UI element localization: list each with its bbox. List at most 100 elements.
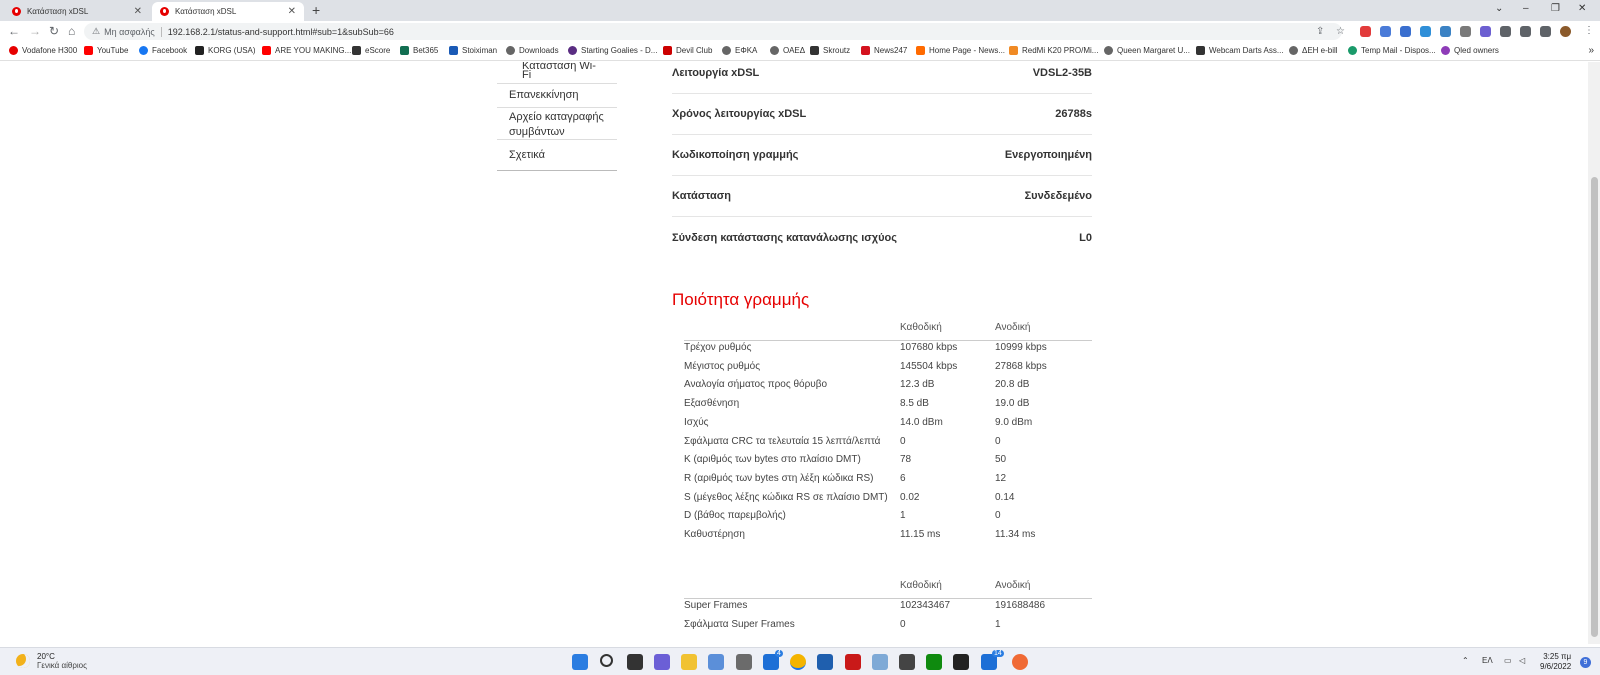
file-explorer-icon[interactable] bbox=[681, 654, 697, 670]
page-scrollbar[interactable] bbox=[1588, 62, 1600, 644]
chat-icon[interactable] bbox=[654, 654, 670, 670]
profile-avatar[interactable] bbox=[1560, 26, 1571, 37]
bookmark-downloads[interactable]: Downloads bbox=[506, 46, 559, 55]
skroutz-icon bbox=[810, 46, 819, 55]
settings-icon[interactable] bbox=[736, 654, 752, 670]
tab-xdsl-status-1[interactable]: Κατάσταση xDSL ✕ bbox=[4, 2, 150, 21]
status-value: L0 bbox=[1079, 231, 1092, 244]
bet365-icon bbox=[400, 46, 409, 55]
mail-badge: 4 bbox=[775, 650, 783, 657]
sidebar-item-about[interactable]: Σχετικά bbox=[497, 140, 617, 171]
weather-widget[interactable]: 20°C Γενικά αίθριος bbox=[16, 652, 87, 670]
bookmark-redmi[interactable]: RedMi K20 PRO/Mi... bbox=[1009, 46, 1098, 55]
status-label: Κατάσταση bbox=[672, 190, 731, 202]
bookmark-oaed[interactable]: ΟΑΕΔ bbox=[770, 46, 805, 55]
sidebar-item-restart[interactable]: Επανεκκίνηση bbox=[497, 84, 617, 108]
side-panel-icon[interactable] bbox=[1540, 26, 1551, 37]
volume-icon[interactable]: ◁ bbox=[1519, 656, 1525, 665]
more-bookmarks-icon[interactable]: » bbox=[1588, 45, 1594, 56]
back-button[interactable]: ← bbox=[8, 24, 20, 38]
reload-button[interactable]: ↻ bbox=[49, 24, 59, 38]
photos-icon[interactable] bbox=[708, 654, 724, 670]
bookmark-webcam-darts[interactable]: Webcam Darts Ass... bbox=[1196, 46, 1284, 55]
screenshot-extension-icon[interactable] bbox=[1420, 26, 1431, 37]
sidebar-item-event-log[interactable]: Αρχείο καταγραφής συμβάντων bbox=[497, 108, 617, 140]
language-indicator[interactable]: ΕΛ bbox=[1482, 656, 1493, 665]
chevron-up-icon[interactable]: ⌃ bbox=[1462, 656, 1469, 665]
restore-button[interactable]: ❐ bbox=[1551, 3, 1560, 14]
bookmark-efka[interactable]: ΕΦΚΑ bbox=[722, 46, 757, 55]
bookmark-vodafone[interactable]: Vodafone H300 bbox=[9, 46, 77, 55]
table-row: Καθυστέρηση 11.15 ms 11.34 ms bbox=[684, 529, 1036, 540]
puzzle-extensions-icon[interactable] bbox=[1500, 26, 1511, 37]
bookmark-qled-owners[interactable]: Qled owners bbox=[1441, 46, 1499, 55]
network-icon[interactable]: ▭ bbox=[1504, 656, 1512, 665]
app-icon[interactable] bbox=[953, 654, 969, 670]
column-header-downstream: Καθοδική bbox=[900, 322, 942, 333]
forward-button[interactable]: → bbox=[29, 24, 41, 38]
bookmark-deh-ebill[interactable]: ΔΕΗ e-bill bbox=[1289, 46, 1338, 55]
new-tab-button[interactable]: + bbox=[312, 2, 320, 18]
app-icon[interactable] bbox=[1012, 654, 1028, 670]
minimize-button[interactable]: – bbox=[1523, 3, 1529, 14]
xbox-icon[interactable] bbox=[926, 654, 942, 670]
close-icon[interactable]: ✕ bbox=[134, 6, 142, 17]
extension-icon[interactable] bbox=[1440, 26, 1451, 37]
status-value: Ενεργοποιημένη bbox=[1004, 149, 1092, 161]
bookmark-news247[interactable]: News247 bbox=[861, 46, 907, 55]
amd-icon[interactable] bbox=[845, 654, 861, 670]
media-icon[interactable] bbox=[1520, 26, 1531, 37]
status-value: Συνδεδεμένο bbox=[1024, 190, 1092, 202]
bookmark-queen-margaret[interactable]: Queen Margaret U... bbox=[1104, 46, 1190, 55]
extension-icon[interactable] bbox=[1480, 26, 1491, 37]
url-text[interactable]: 192.168.2.1/status-and-support.html#sub=… bbox=[168, 27, 394, 37]
table-row: Αναλογία σήματος προς θόρυβο 12.3 dB 20.8 … bbox=[684, 379, 1030, 391]
bookmark-skroutz[interactable]: Skroutz bbox=[810, 46, 850, 55]
table-row: Σφάλματα Super Frames 0 1 bbox=[684, 618, 1001, 630]
address-bar[interactable]: ⚠ Μη ασφαλής 192.168.2.1/status-and-supp… bbox=[84, 23, 1342, 40]
chrome-icon[interactable] bbox=[790, 654, 806, 670]
chart-app-icon[interactable] bbox=[872, 654, 888, 670]
extension-icon[interactable] bbox=[1460, 26, 1471, 37]
bookmark-home-page-news[interactable]: Home Page - News... bbox=[916, 46, 1005, 55]
column-header-upstream: Ανοδική bbox=[995, 580, 1031, 591]
home-button[interactable]: ⌂ bbox=[68, 24, 75, 38]
stoiximan-icon bbox=[449, 46, 458, 55]
bookmark-youtube-video[interactable]: ARE YOU MAKING... bbox=[262, 46, 351, 55]
status-value: 26788s bbox=[1055, 108, 1092, 120]
app-icon[interactable] bbox=[899, 654, 915, 670]
bookmark-facebook[interactable]: Facebook bbox=[139, 46, 187, 55]
adblock-extension-icon[interactable] bbox=[1360, 26, 1371, 37]
table-row: K (αριθμός των bytes στο πλαίσιο DMT) 78 5… bbox=[684, 454, 1007, 466]
clock[interactable]: 3:25 πμ 9/6/2022 bbox=[1540, 652, 1571, 672]
share-icon[interactable]: ⇪ bbox=[1316, 26, 1324, 37]
scrollbar-thumb[interactable] bbox=[1591, 177, 1598, 637]
bookmark-devil-club[interactable]: Devil Club bbox=[663, 46, 712, 55]
bookmark-stoiximan[interactable]: Stoiximan bbox=[449, 46, 497, 55]
menu-icon[interactable]: ⋮ bbox=[1584, 25, 1594, 36]
search-icon[interactable] bbox=[600, 654, 613, 667]
bookmark-starting-goalies[interactable]: Starting Goalies - D... bbox=[568, 46, 657, 55]
task-view-icon[interactable] bbox=[627, 654, 643, 670]
bookmark-star-icon[interactable]: ☆ bbox=[1336, 26, 1345, 37]
close-window-button[interactable]: ✕ bbox=[1578, 3, 1586, 14]
extension-icon[interactable] bbox=[1400, 26, 1411, 37]
status-label: Λειτουργία xDSL bbox=[672, 67, 760, 79]
sidebar-item-wifi-status[interactable]: Κατάσταση Wi-Fi bbox=[497, 62, 617, 84]
tab-search-icon[interactable]: ⌄ bbox=[1495, 3, 1503, 14]
store-icon[interactable] bbox=[817, 654, 833, 670]
close-icon[interactable]: ✕ bbox=[288, 6, 296, 17]
sidebar-nav: Κατάσταση Wi-Fi Επανεκκίνηση Αρχείο κατα… bbox=[497, 62, 617, 171]
status-row-power-state: Σύνδεση κατάστασης κατανάλωσης ισχύος L0 bbox=[672, 217, 1092, 258]
windows-taskbar: 20°C Γενικά αίθριος 4 14 ⌃ ΕΛ ▭ ◁ 3:25 π… bbox=[0, 647, 1600, 675]
bookmark-escore[interactable]: eScore bbox=[352, 46, 390, 55]
bookmark-temp-mail[interactable]: Temp Mail - Dispos... bbox=[1348, 46, 1436, 55]
security-label: Μη ασφαλής bbox=[104, 26, 155, 37]
notifications-badge[interactable]: 9 bbox=[1580, 657, 1591, 668]
bookmark-youtube[interactable]: YouTube bbox=[84, 46, 128, 55]
tab-xdsl-status-2[interactable]: Κατάσταση xDSL ✕ bbox=[152, 2, 304, 21]
bookmark-korg[interactable]: KORG (USA) bbox=[195, 46, 256, 55]
translate-extension-icon[interactable] bbox=[1380, 26, 1391, 37]
start-icon[interactable] bbox=[572, 654, 588, 670]
bookmark-bet365[interactable]: Bet365 bbox=[400, 46, 438, 55]
